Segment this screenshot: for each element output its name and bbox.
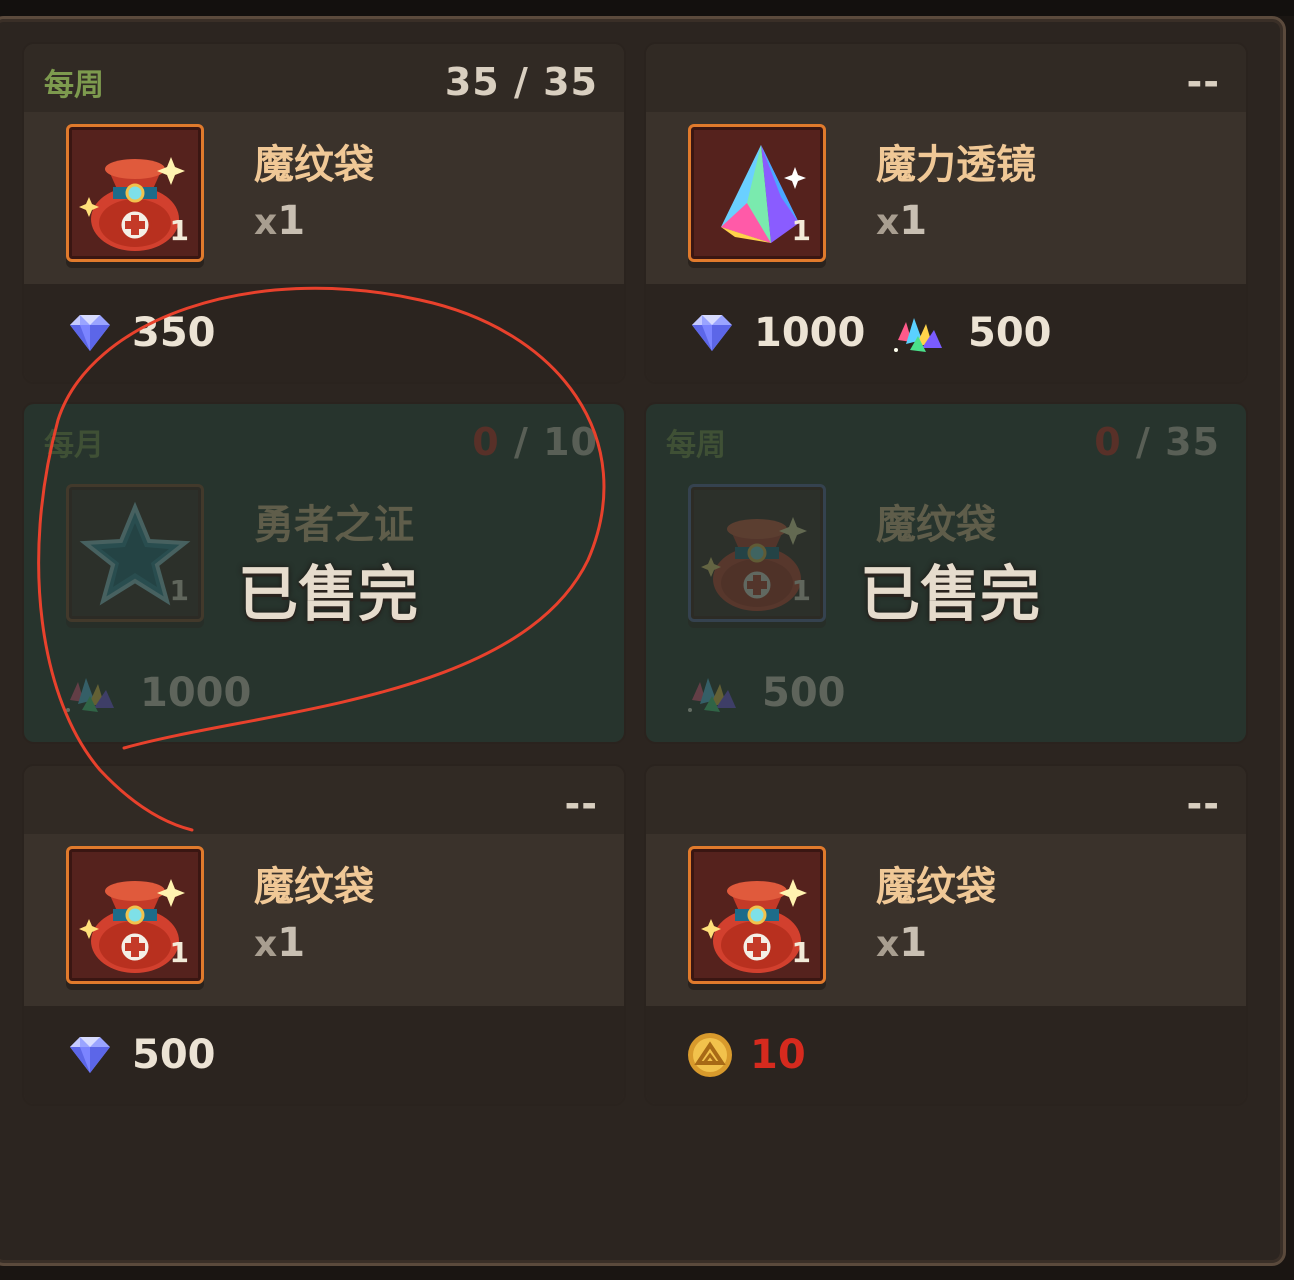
- item-slot: 1: [66, 484, 204, 622]
- item-name: 魔纹袋: [254, 142, 374, 188]
- price: 10: [686, 1030, 806, 1080]
- price-bar: 1000 500: [646, 284, 1246, 382]
- price-amount: 350: [132, 310, 216, 356]
- item-slot[interactable]: 1: [66, 124, 204, 262]
- shop-item-card-sold-out: 每月 0 / 10 1 勇者之证 1000 已售完: [24, 404, 624, 742]
- sold-out-label: 已售完: [860, 560, 1040, 630]
- item-name: 魔纹袋: [876, 864, 996, 910]
- price: 1000: [686, 308, 865, 358]
- purchase-limit: --: [1186, 782, 1220, 826]
- card-header: [646, 766, 1246, 834]
- sold-out-label: 已售完: [238, 560, 418, 630]
- card-header: [24, 766, 624, 834]
- diamond-icon: [70, 315, 110, 351]
- purchase-limit: 35 / 35: [444, 60, 598, 104]
- purchase-limit: 0 / 35: [1094, 420, 1220, 464]
- shop-item-card[interactable]: 每周 35 / 35 1 魔纹袋 x1 350: [24, 44, 624, 382]
- shop-item-card[interactable]: -- 1 魔力透镜 x1 1000 500: [646, 44, 1246, 382]
- item-slot: 1: [688, 484, 826, 622]
- gold-coin-icon: [686, 1031, 734, 1079]
- price-amount: 500: [762, 670, 846, 716]
- item-slot[interactable]: 1: [66, 846, 204, 984]
- refresh-tag: 每月: [44, 428, 104, 463]
- top-edge: [0, 0, 1294, 16]
- refresh-tag: 每周: [666, 428, 726, 463]
- item-name: 勇者之证: [254, 502, 414, 548]
- slot-quantity: 1: [791, 936, 811, 969]
- shop-item-card-sold-out: 每周 0 / 35 1 魔纹袋 500 已售完: [646, 404, 1246, 742]
- purchase-limit: --: [564, 782, 598, 826]
- refresh-tag: 每周: [44, 68, 104, 103]
- shop-item-card[interactable]: -- 1 魔纹袋 x1 10: [646, 766, 1246, 1104]
- item-name: 魔力透镜: [876, 142, 1036, 188]
- price-amount: 10: [750, 1032, 806, 1078]
- item-slot[interactable]: 1: [688, 124, 826, 262]
- item-count: x1: [254, 920, 306, 966]
- crystal-shards-icon: [894, 318, 942, 352]
- price: 350: [64, 308, 216, 358]
- crystal-shards-icon: [66, 678, 114, 712]
- item-slot[interactable]: 1: [688, 846, 826, 984]
- purchase-limit: 0 / 10: [472, 420, 598, 464]
- crystal-shards-icon: [688, 678, 736, 712]
- price: 500: [892, 308, 1052, 358]
- price-amount: 500: [968, 310, 1052, 356]
- price-amount: 1000: [754, 310, 866, 356]
- slot-quantity: 1: [169, 574, 189, 607]
- card-header: [646, 44, 1246, 112]
- item-count: x1: [876, 198, 928, 244]
- price-amount: 1000: [140, 670, 252, 716]
- price-amount: 500: [132, 1032, 216, 1078]
- diamond-icon: [692, 315, 732, 351]
- diamond-icon: [70, 1037, 110, 1073]
- price-bar: 350: [24, 284, 624, 382]
- item-count: x1: [876, 920, 928, 966]
- item-name: 魔纹袋: [876, 502, 996, 548]
- price: 500: [64, 1030, 216, 1080]
- slot-quantity: 1: [791, 574, 811, 607]
- shop-item-card[interactable]: -- 1 魔纹袋 x1 500: [24, 766, 624, 1104]
- slot-quantity: 1: [169, 936, 189, 969]
- item-count: x1: [254, 198, 306, 244]
- price: 500: [686, 668, 846, 718]
- purchase-limit: --: [1186, 60, 1220, 104]
- slot-quantity: 1: [791, 214, 811, 247]
- price-bar: 10: [646, 1006, 1246, 1104]
- price: 1000: [64, 668, 251, 718]
- price-bar: 500: [24, 1006, 624, 1104]
- slot-quantity: 1: [169, 214, 189, 247]
- item-name: 魔纹袋: [254, 864, 374, 910]
